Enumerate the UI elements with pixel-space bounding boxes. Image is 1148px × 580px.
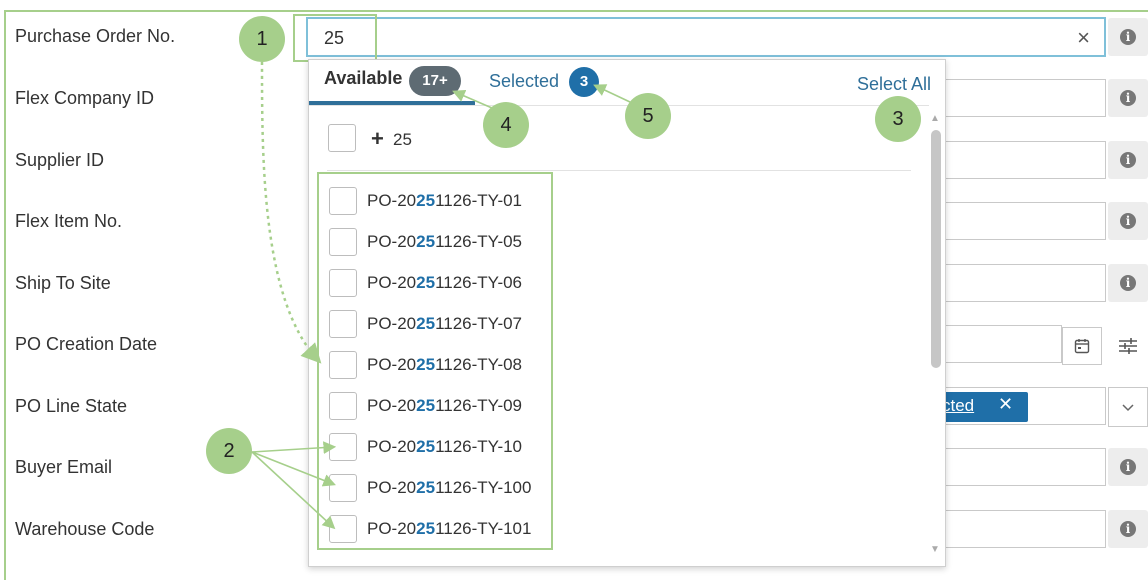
callout-5: 5 (625, 93, 671, 139)
arrow-callout-2c (251, 451, 336, 530)
arrow-callout-2b (251, 451, 336, 487)
arrow-callout-4 (452, 89, 493, 109)
callout-4: 4 (483, 102, 529, 148)
arrow-callout-1 (260, 61, 322, 364)
callout-1: 1 (239, 16, 285, 62)
callout-3: 3 (875, 96, 921, 142)
arrow-callout-2a (251, 441, 337, 454)
arrow-callout-5 (593, 84, 631, 103)
annotation-arrows (251, 61, 631, 530)
callout-2: 2 (206, 428, 252, 474)
